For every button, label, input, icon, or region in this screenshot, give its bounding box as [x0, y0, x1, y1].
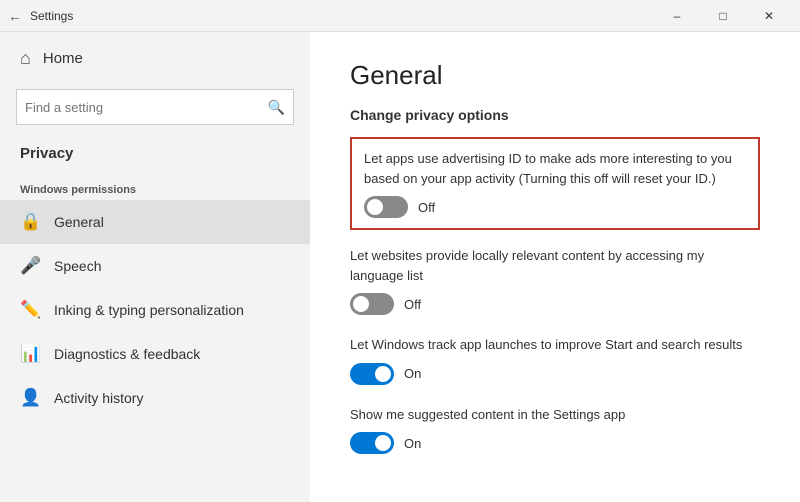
toggle-app-launches[interactable]	[350, 363, 394, 385]
setting-item-advertising-id: Let apps use advertising ID to make ads …	[350, 137, 760, 230]
toggle-row-app-launches: On	[350, 363, 760, 385]
section-heading: Change privacy options	[350, 107, 760, 123]
settings-container: Let apps use advertising ID to make ads …	[350, 137, 760, 454]
setting-desc-language-list: Let websites provide locally relevant co…	[350, 246, 760, 285]
sidebar-item-label-speech: Speech	[54, 258, 101, 274]
toggle-suggested-content[interactable]	[350, 432, 394, 454]
toggle-thumb-language-list	[353, 296, 369, 312]
search-box: 🔍	[16, 89, 294, 125]
home-icon: ⌂	[20, 48, 31, 69]
speech-icon: 🎤	[20, 256, 40, 276]
title-bar: ← Settings – □ ✕	[0, 0, 800, 32]
toggle-label-suggested-content: On	[404, 436, 421, 451]
inking-icon: ✏️	[20, 300, 40, 320]
setting-desc-app-launches: Let Windows track app launches to improv…	[350, 335, 760, 355]
setting-desc-suggested-content: Show me suggested content in the Setting…	[350, 405, 760, 425]
content-title: General	[350, 60, 760, 91]
setting-item-language-list: Let websites provide locally relevant co…	[350, 246, 760, 315]
toggle-thumb-suggested-content	[375, 435, 391, 451]
toggle-label-app-launches: On	[404, 366, 421, 381]
app-body: ⌂ Home 🔍 Privacy Windows permissions 🔒 G…	[0, 32, 800, 502]
sidebar-item-label-activity: Activity history	[54, 390, 143, 406]
sidebar-item-diagnostics[interactable]: 📊 Diagnostics & feedback	[0, 332, 310, 376]
sidebar-home[interactable]: ⌂ Home	[0, 32, 310, 85]
home-label: Home	[43, 50, 83, 67]
sidebar-item-inking[interactable]: ✏️ Inking & typing personalization	[0, 288, 310, 332]
back-icon[interactable]: ←	[8, 8, 22, 24]
sidebar-item-label-general: General	[54, 214, 104, 230]
maximize-button[interactable]: □	[700, 0, 746, 32]
search-input[interactable]	[25, 100, 268, 115]
sidebar-item-general[interactable]: 🔒 General	[0, 200, 310, 244]
setting-item-suggested-content: Show me suggested content in the Setting…	[350, 405, 760, 455]
title-bar-title: Settings	[30, 9, 73, 23]
toggle-row-suggested-content: On	[350, 432, 760, 454]
windows-permissions-label: Windows permissions	[0, 172, 310, 200]
close-button[interactable]: ✕	[746, 0, 792, 32]
content-area: General Change privacy options Let apps …	[310, 32, 800, 502]
sidebar: ⌂ Home 🔍 Privacy Windows permissions 🔒 G…	[0, 32, 310, 502]
toggle-row-advertising-id: Off	[364, 196, 746, 218]
toggle-advertising-id[interactable]	[364, 196, 408, 218]
title-bar-controls: – □ ✕	[654, 0, 792, 32]
diagnostics-icon: 📊	[20, 344, 40, 364]
toggle-label-advertising-id: Off	[418, 200, 435, 215]
sidebar-item-activity[interactable]: 👤 Activity history	[0, 376, 310, 420]
sidebar-item-label-inking: Inking & typing personalization	[54, 302, 244, 318]
setting-item-app-launches: Let Windows track app launches to improv…	[350, 335, 760, 385]
toggle-thumb-advertising-id	[367, 199, 383, 215]
toggle-thumb-app-launches	[375, 366, 391, 382]
sidebar-items-container: 🔒 General 🎤 Speech ✏️ Inking & typing pe…	[0, 200, 310, 420]
activity-icon: 👤	[20, 388, 40, 408]
sidebar-item-label-diagnostics: Diagnostics & feedback	[54, 346, 200, 362]
toggle-row-language-list: Off	[350, 293, 760, 315]
setting-desc-advertising-id: Let apps use advertising ID to make ads …	[364, 149, 746, 188]
search-icon: 🔍	[268, 99, 285, 116]
toggle-language-list[interactable]	[350, 293, 394, 315]
general-icon: 🔒	[20, 212, 40, 232]
privacy-label: Privacy	[0, 137, 310, 172]
sidebar-item-speech[interactable]: 🎤 Speech	[0, 244, 310, 288]
toggle-label-language-list: Off	[404, 297, 421, 312]
minimize-button[interactable]: –	[654, 0, 700, 32]
title-bar-left: ← Settings	[8, 8, 73, 24]
